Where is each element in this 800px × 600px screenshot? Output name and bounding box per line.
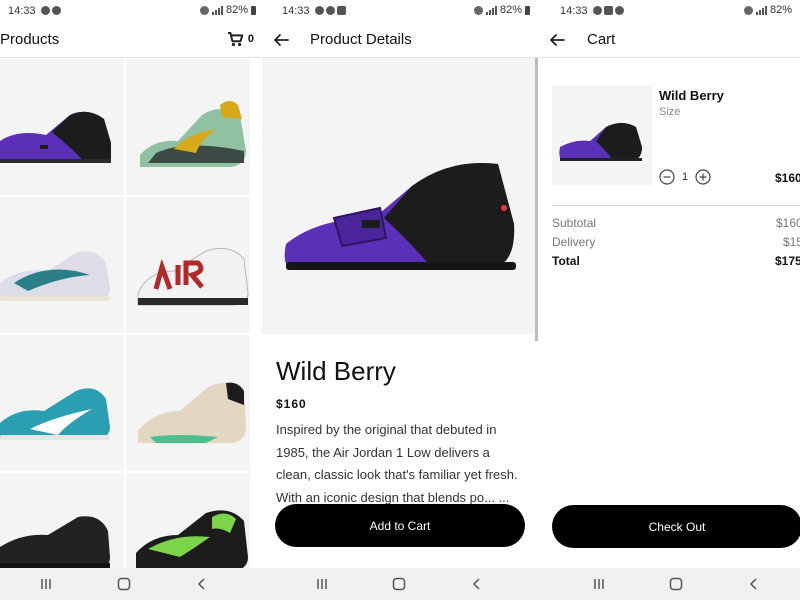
battery-icon xyxy=(525,5,530,15)
purple-black-sneaker-icon xyxy=(284,162,516,270)
signal-icon xyxy=(755,5,767,15)
cart-app-bar: Cart xyxy=(538,22,800,58)
notification-icons xyxy=(315,6,346,15)
nav-back-icon[interactable] xyxy=(746,576,762,592)
subtotal-label: Subtotal xyxy=(552,216,597,230)
nav-back-icon[interactable] xyxy=(194,576,210,592)
divider xyxy=(552,205,800,206)
page-title: Products xyxy=(0,31,60,48)
product-card[interactable] xyxy=(0,335,124,471)
system-nav-bar xyxy=(0,568,262,600)
details-app-bar: Product Details xyxy=(262,22,538,58)
cart-item-size: Size xyxy=(659,106,681,118)
recent-apps-icon[interactable] xyxy=(591,576,607,592)
back-arrow-icon[interactable] xyxy=(270,29,292,51)
status-bar: 14:33 82% xyxy=(538,0,800,22)
quantity-value: 1 xyxy=(682,171,689,183)
cart-icon xyxy=(227,32,244,47)
home-icon[interactable] xyxy=(668,576,684,592)
minus-circle-icon[interactable] xyxy=(659,169,675,185)
cart-item-price: $160 xyxy=(775,171,800,185)
wifi-icon xyxy=(743,5,753,15)
notification-icons xyxy=(593,6,624,15)
beige-basketball-shoe-icon xyxy=(138,382,246,443)
nav-back-icon[interactable] xyxy=(469,576,485,592)
delivery-label: Delivery xyxy=(552,235,596,249)
battery-icon xyxy=(251,5,256,15)
total-value: $175 xyxy=(775,254,800,268)
page-title: Product Details xyxy=(310,31,412,48)
subtotal-value: $160 xyxy=(776,216,800,230)
system-nav-bar xyxy=(538,568,800,600)
plus-circle-icon[interactable] xyxy=(695,169,711,185)
cart-button[interactable]: 0 xyxy=(227,31,254,47)
product-card[interactable] xyxy=(126,59,250,195)
cart-screen: 14:33 82% Cart Wild Berry Size 1 $160 Su… xyxy=(538,0,800,600)
battery-percent: 82% xyxy=(225,4,248,16)
blue-running-shoe-icon xyxy=(0,388,110,440)
product-card[interactable] xyxy=(0,59,124,195)
status-bar: 14:33 82% xyxy=(262,0,538,22)
product-details-screen: 14:33 82% Product Details Wild Berry $16… xyxy=(262,0,538,600)
wifi-icon xyxy=(473,5,483,15)
product-price: $160 xyxy=(276,397,307,411)
white-red-air-sneaker-icon xyxy=(137,247,249,306)
recent-apps-icon[interactable] xyxy=(38,576,54,592)
status-time: 14:33 xyxy=(560,5,588,17)
product-image xyxy=(262,58,538,334)
system-nav-bar xyxy=(262,568,538,600)
signal-icon xyxy=(211,5,223,15)
home-icon[interactable] xyxy=(116,576,132,592)
white-teal-running-shoe-icon xyxy=(0,251,110,301)
page-title: Cart xyxy=(587,31,616,48)
status-time: 14:33 xyxy=(8,5,36,17)
purple-black-sneaker-icon xyxy=(0,111,111,163)
checkout-button[interactable]: Check Out xyxy=(552,505,800,548)
cart-item-name: Wild Berry xyxy=(659,88,724,103)
status-right: 82% xyxy=(473,4,530,16)
back-arrow-icon[interactable] xyxy=(546,29,568,51)
delivery-value: $15 xyxy=(783,235,800,249)
status-bar: 14:33 82% xyxy=(0,0,262,22)
wifi-icon xyxy=(199,5,209,15)
status-time: 14:33 xyxy=(282,5,310,17)
status-right: 82% xyxy=(199,4,256,16)
total-label: Total xyxy=(552,254,580,268)
product-card[interactable] xyxy=(126,197,250,333)
product-card[interactable] xyxy=(126,335,250,471)
battery-percent: 82% xyxy=(769,4,792,16)
add-to-cart-button[interactable]: Add to Cart xyxy=(275,504,525,547)
cart-item-image xyxy=(552,85,652,185)
status-right: 82% xyxy=(743,4,792,16)
green-yellow-sneaker-icon xyxy=(140,101,246,167)
product-card[interactable] xyxy=(0,197,124,333)
signal-icon xyxy=(485,5,497,15)
product-name: Wild Berry xyxy=(276,356,396,386)
home-icon[interactable] xyxy=(391,576,407,592)
notification-icons xyxy=(41,6,61,15)
battery-percent: 82% xyxy=(499,4,522,16)
products-app-bar: Products 0 xyxy=(0,22,262,58)
purple-black-sneaker-icon xyxy=(559,123,642,161)
cart-count: 0 xyxy=(247,33,254,45)
recent-apps-icon[interactable] xyxy=(314,576,330,592)
products-screen: 14:33 82% Products 0 xyxy=(0,0,262,600)
